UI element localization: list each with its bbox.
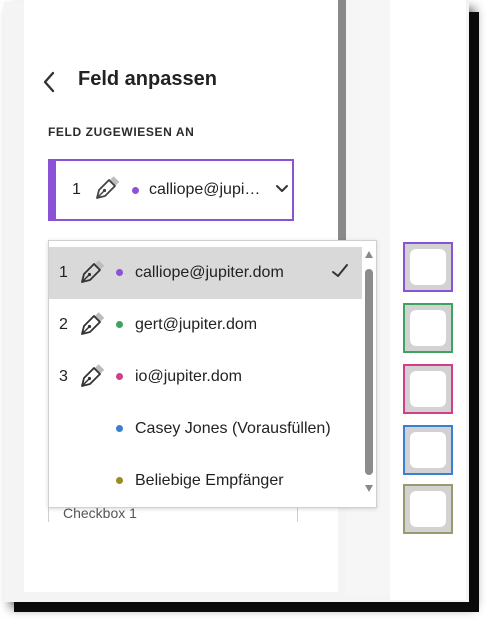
- recipient-number: 1: [72, 181, 81, 198]
- option-number: 1: [59, 264, 68, 281]
- pen-nib-icon: [94, 175, 122, 206]
- pen-nib-icon: [79, 363, 107, 394]
- option-label: gert@jupiter.dom: [135, 316, 258, 333]
- back-button[interactable]: [38, 68, 60, 96]
- checkbox-field-5[interactable]: [403, 484, 453, 534]
- checkmark-icon: [331, 262, 349, 285]
- page-title: Feld anpassen: [78, 68, 217, 90]
- dropdown-option-io[interactable]: 3 io@jupiter.dom: [49, 351, 362, 403]
- section-label: FELD ZUGEWIESEN AN: [48, 125, 195, 139]
- scroll-down-arrow-icon[interactable]: [365, 485, 373, 492]
- option-number: 2: [59, 316, 68, 333]
- pen-nib-icon: [79, 311, 107, 342]
- option-color-dot: [116, 477, 123, 484]
- dropdown-scrollbar[interactable]: [363, 245, 375, 501]
- checkbox-field-1[interactable]: [403, 242, 453, 292]
- checkbox-field-3[interactable]: [403, 364, 453, 414]
- recipient-color-dot: [132, 186, 139, 194]
- dropdown-option-gert[interactable]: 2 gert@jupiter.dom: [49, 299, 362, 351]
- checkbox-field-4[interactable]: [403, 425, 453, 475]
- option-color-dot: [116, 373, 123, 380]
- option-label: Casey Jones (Vorausfüllen): [135, 420, 331, 437]
- option-label: io@jupiter.dom: [135, 368, 242, 385]
- dropdown-option-any-recipient[interactable]: Beliebige Empfänger: [49, 455, 362, 507]
- dropdown-option-calliope[interactable]: 1 calliope@jupiter.dom: [49, 247, 362, 299]
- panel-scrollbar[interactable]: [338, 0, 346, 240]
- scroll-thumb[interactable]: [365, 269, 373, 475]
- checkbox-field-2[interactable]: [403, 303, 453, 353]
- dropdown-option-casey-jones[interactable]: Casey Jones (Vorausfüllen): [49, 403, 362, 455]
- option-color-dot: [116, 425, 123, 432]
- pen-nib-icon: [79, 259, 107, 290]
- recipient-dropdown-menu: 1 calliope@jupiter.dom 2 gert@jupiter.do…: [48, 240, 377, 508]
- option-color-dot: [116, 269, 123, 276]
- recipient-email: calliope@jupi…: [149, 181, 261, 198]
- assigned-to-select[interactable]: 1 calliope@jupi…: [48, 159, 294, 221]
- chevron-down-icon: [275, 181, 289, 199]
- chevron-left-icon: [43, 71, 55, 93]
- option-number: 3: [59, 368, 68, 385]
- option-label: calliope@jupiter.dom: [135, 264, 284, 281]
- scroll-up-arrow-icon[interactable]: [365, 251, 373, 258]
- option-label: Beliebige Empfänger: [135, 472, 284, 489]
- option-color-dot: [116, 321, 123, 328]
